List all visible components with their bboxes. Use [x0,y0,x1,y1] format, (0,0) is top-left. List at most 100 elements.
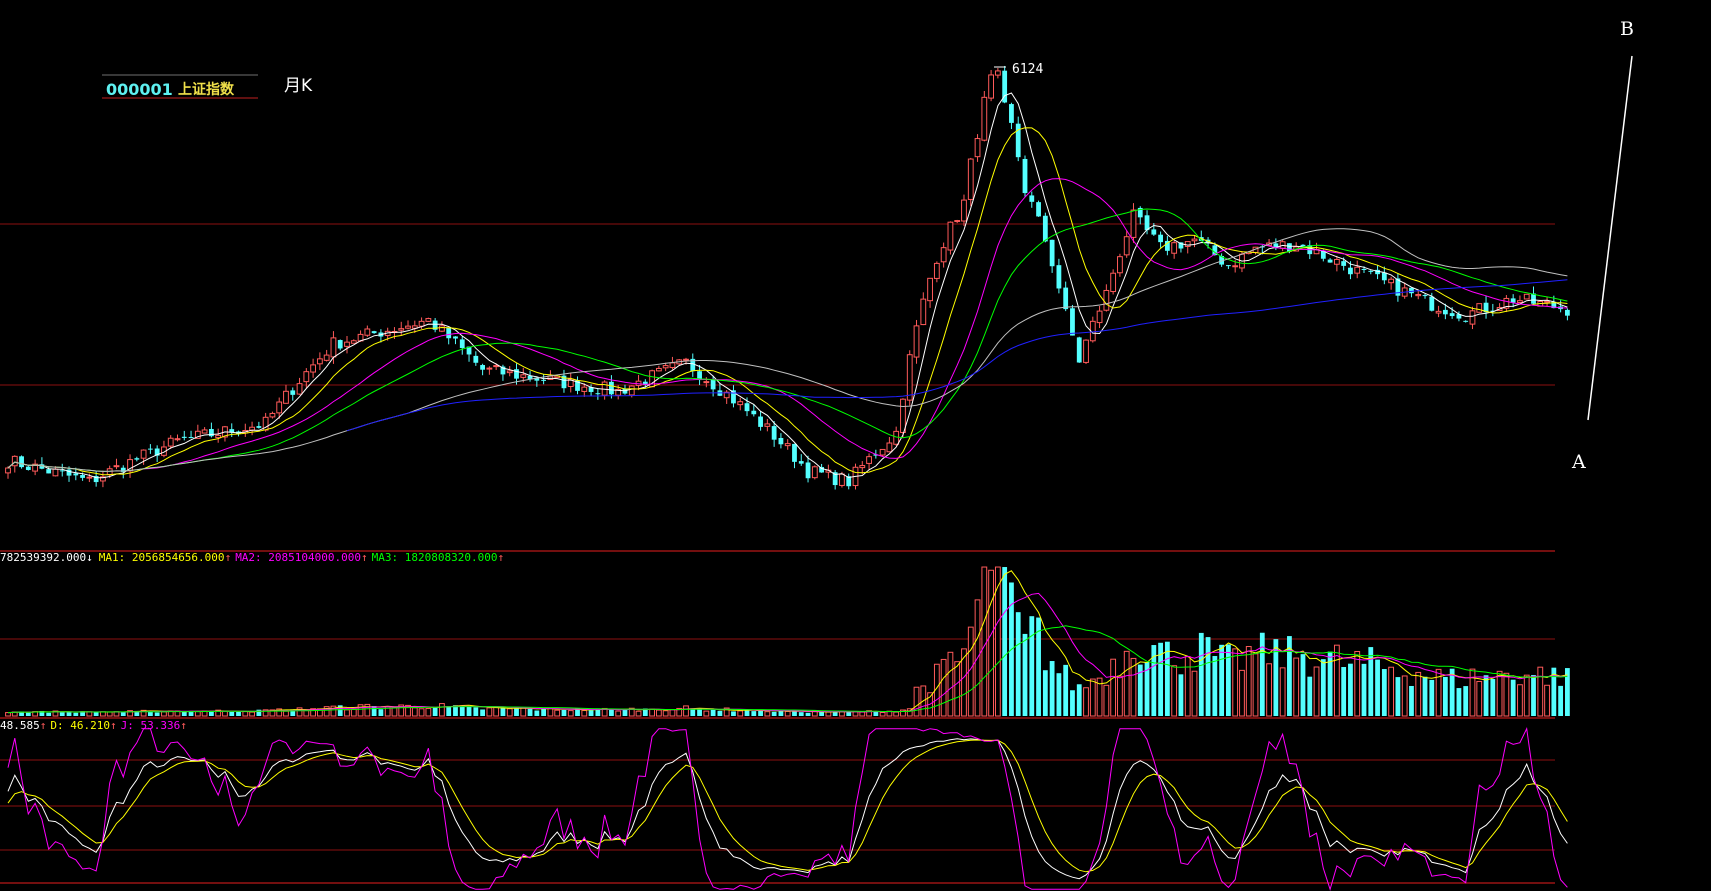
volume-bar [1063,664,1069,716]
candle [201,429,208,434]
volume-bar [500,707,506,716]
candle [1015,123,1021,158]
candle [1070,308,1075,336]
candle [276,401,283,414]
volume-bar [697,708,702,716]
volume-bar [683,705,689,717]
stock-chart[interactable]: 000001 上证指数 月K 6124 B A 782539392.000↓ MA… [0,0,1711,891]
volume-bar [5,712,11,717]
candle [1158,234,1163,243]
candle [1435,310,1442,314]
volume-bar [798,712,804,716]
ma20-line [7,178,1568,472]
kdj-series [7,727,1568,891]
candle [1415,294,1422,297]
candle [303,371,310,383]
candle [1151,229,1157,235]
volume-bar [1442,676,1448,716]
volume-bar [662,710,669,717]
candle [330,337,337,358]
volume-bar [1300,654,1306,716]
candle [1022,158,1028,194]
volume-ma5-line [7,570,1568,714]
candle [473,355,479,363]
candle [1422,295,1428,297]
volume-bar [1368,647,1374,716]
volume-bar [1056,673,1062,716]
volume-bar [669,709,676,717]
volume-bar [1070,690,1075,716]
candle [140,449,147,459]
volume-bar [635,710,642,717]
volume-bar [981,566,988,717]
d-arrow: ↑ [110,719,117,732]
candle [595,393,601,395]
volume-bar [846,711,852,716]
candle [1327,259,1333,263]
volume-bar [473,707,479,716]
volume-bar [1184,656,1191,717]
volume-bar [1313,666,1320,717]
volume-bar [1226,644,1231,716]
volume-bar [554,709,561,717]
candle [167,437,174,447]
volume-bar [1381,669,1387,716]
volume-bar [1178,674,1184,716]
candle [900,398,906,433]
candle [283,390,289,404]
candle [1517,300,1523,303]
volume-bar [784,710,791,717]
candlestick-series [5,65,1570,490]
volume-bar [1022,633,1028,716]
volume-bar [1415,671,1422,717]
volume-bar [1252,653,1259,717]
volume-bar [439,703,445,717]
candle [1130,209,1137,238]
volume-bar [249,711,255,717]
candle [751,410,757,415]
candle [80,475,85,478]
volume-bar [1388,666,1395,717]
ma3-arrow: ↑ [498,551,505,564]
volume-bar [446,706,452,716]
candle [439,325,445,332]
candle [622,388,628,394]
candle [19,456,24,468]
volume-bar [1171,665,1178,717]
volume-bar [567,710,574,717]
volume-bar [1496,670,1503,717]
volume-bar [154,712,160,716]
volume-bar [1259,632,1265,716]
point-b-label: B [1620,18,1634,40]
volume-bar [1245,646,1252,717]
candle [988,74,995,99]
candle [296,383,303,395]
volume-bar [561,709,567,716]
svg-text:782539392.000↓MA1: 2056854656.: 782539392.000↓ MA1: 2056854656.000↑ MA2: 2… [0,551,504,564]
candle [493,365,500,368]
volume-bar [1409,685,1414,716]
candle [974,138,981,158]
candle [811,466,818,479]
volume-bar [913,686,920,717]
moving-average-lines [7,92,1568,479]
volume-bar [737,710,744,717]
volume-bar [1266,663,1272,717]
candle [113,465,120,468]
volume-bar [1503,672,1510,717]
period-label[interactable]: 月K [284,76,313,96]
candle [364,328,371,336]
candle [737,401,744,406]
candle [174,438,181,441]
volume-bar [1361,663,1367,716]
volume-bar [1279,667,1286,717]
candle [25,466,31,470]
candle [1300,244,1306,247]
candle [913,325,920,358]
candle [425,318,432,322]
volume-bar [1558,685,1564,716]
candle [1144,215,1150,231]
candle [906,354,913,401]
volume-bar [717,710,723,716]
candle [73,473,79,476]
